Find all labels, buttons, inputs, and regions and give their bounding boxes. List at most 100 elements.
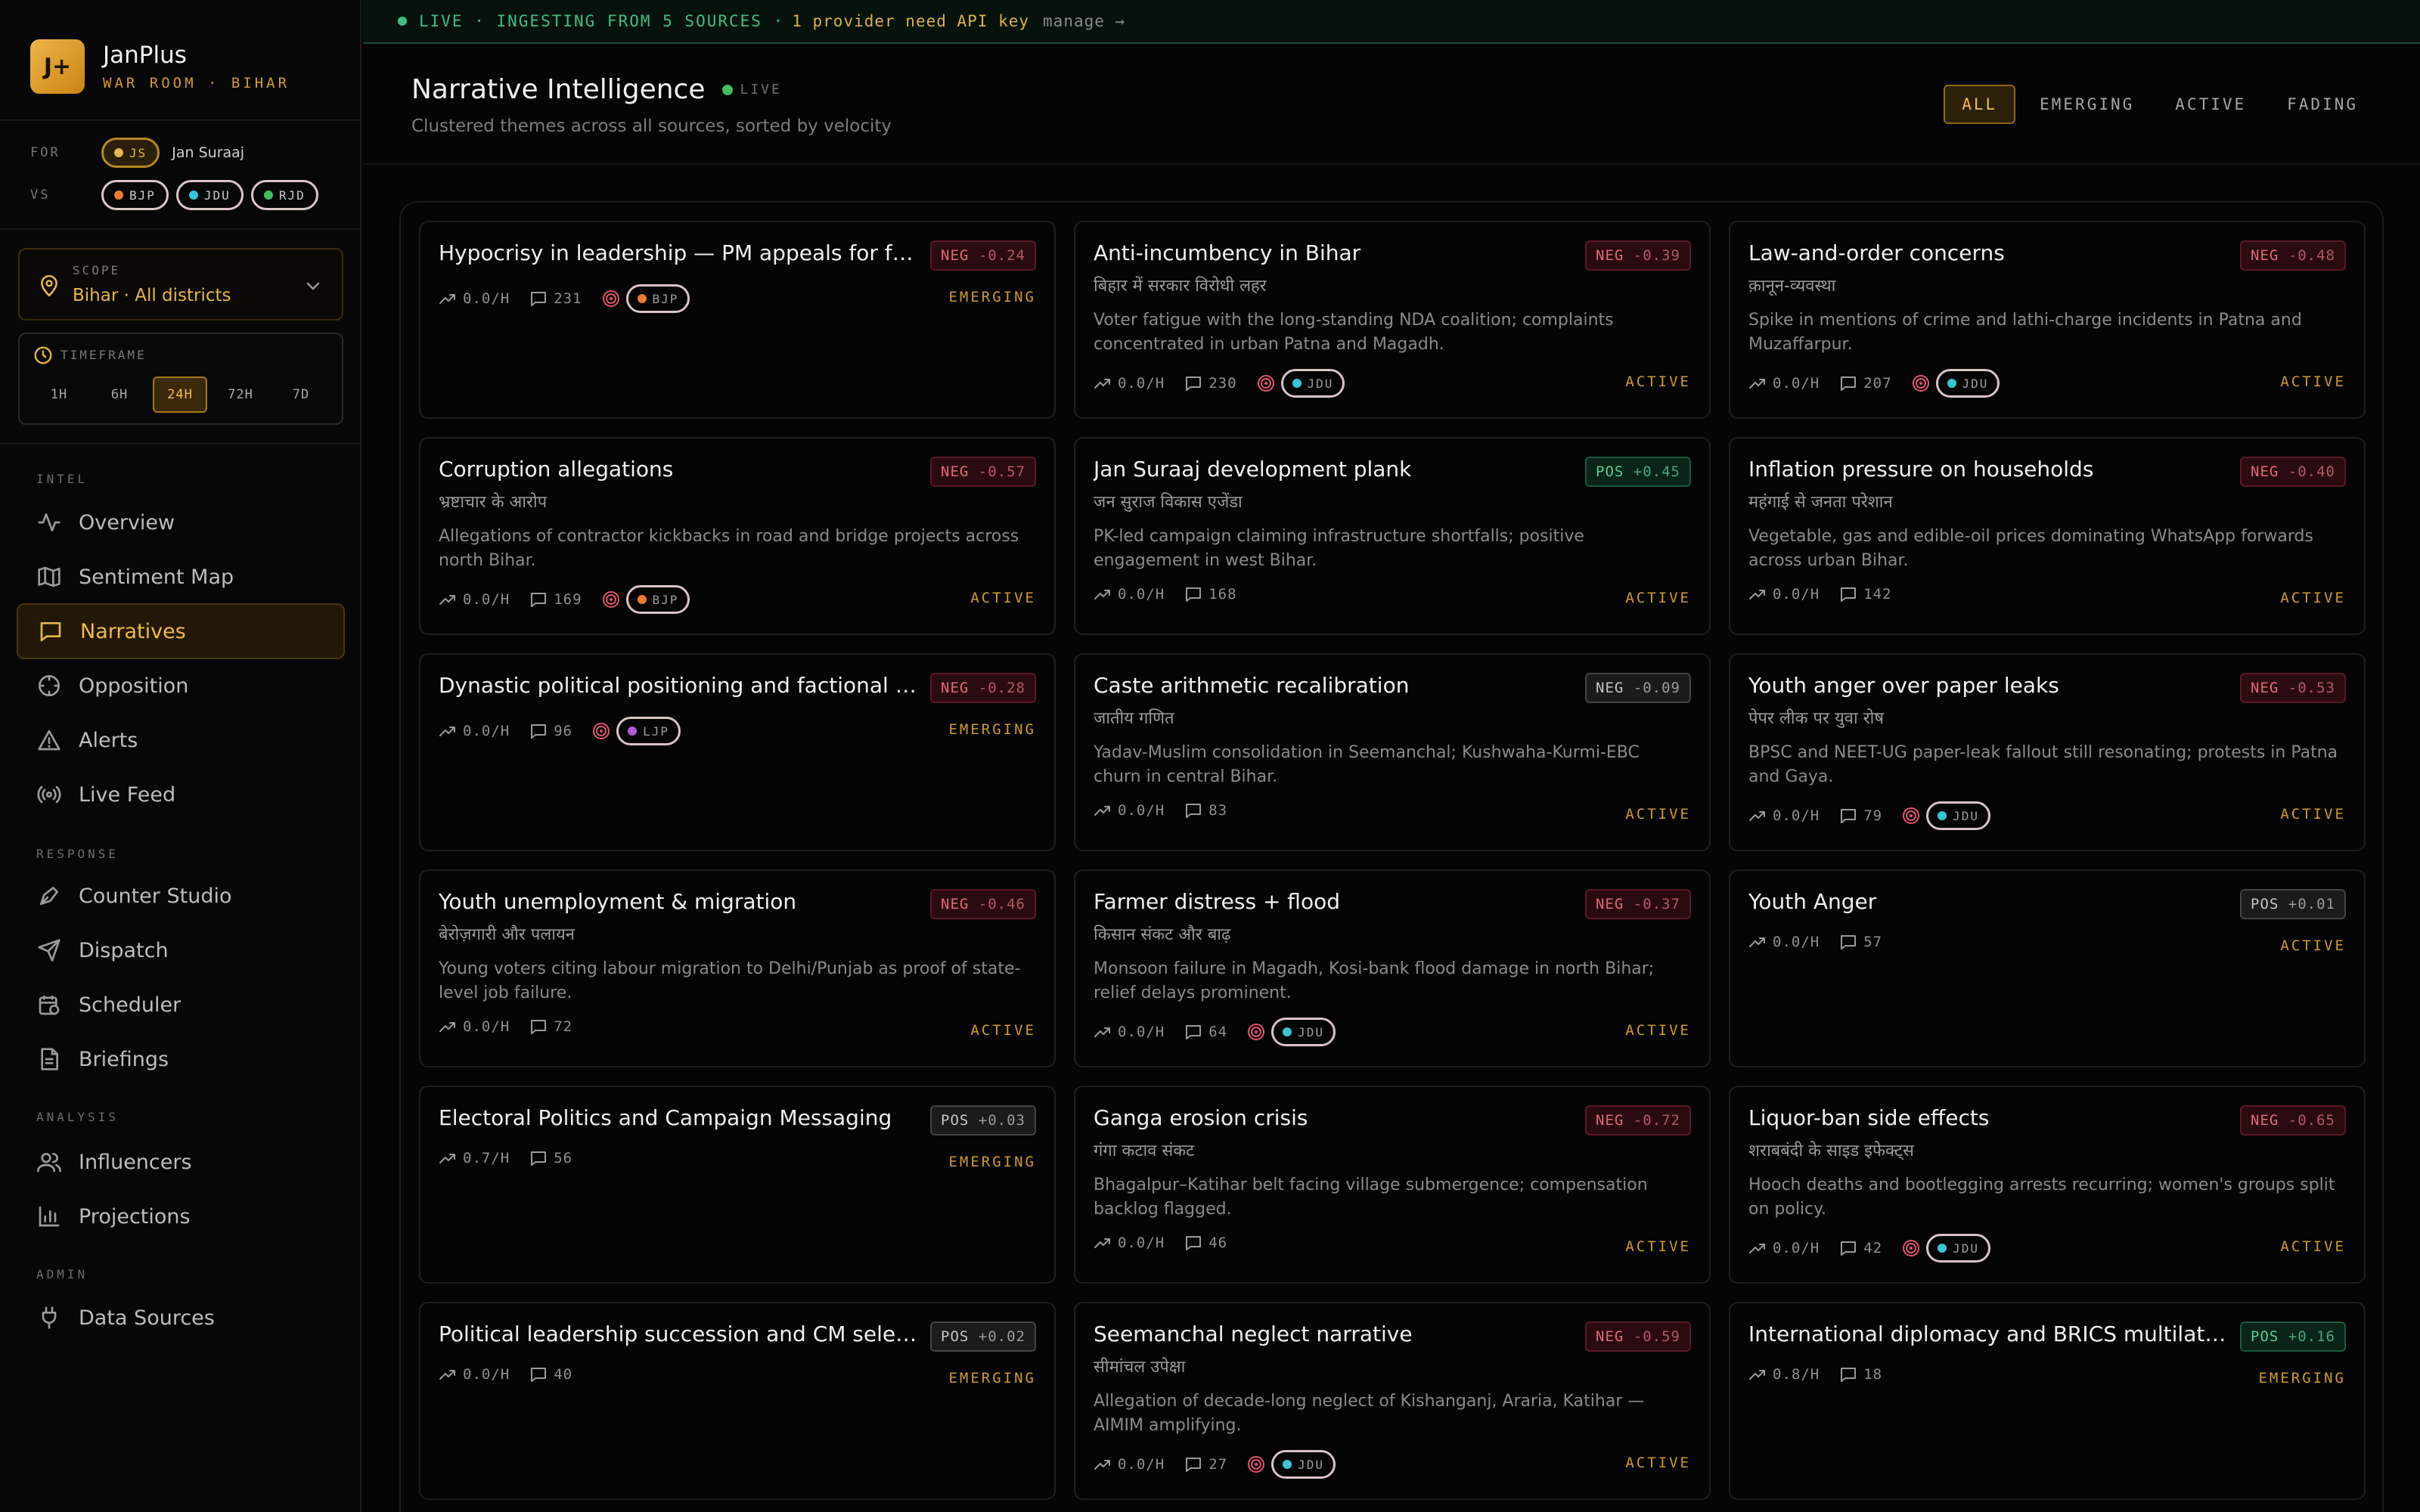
sentiment-badge: POS +0.01	[2240, 889, 2346, 919]
nav-item-influencers[interactable]: Influencers	[17, 1134, 345, 1190]
narrative-card[interactable]: Caste arithmetic recalibration NEG -0.09 ज…	[1074, 653, 1711, 851]
narrative-description: PK-led campaign claiming infrastructure …	[1094, 527, 1584, 570]
narrative-card[interactable]: Corruption allegations NEG -0.57 भ्रष्टाचा…	[419, 437, 1056, 635]
narrative-card[interactable]: Youth unemployment & migration NEG -0.46 ब…	[419, 869, 1056, 1067]
party-chip[interactable]: JDU	[1280, 369, 1345, 398]
for-label: FOR	[30, 145, 60, 160]
nav-item-narratives[interactable]: Narratives	[17, 603, 345, 659]
sentiment-badge: NEG -0.53	[2240, 673, 2346, 703]
timeframe-24h[interactable]: 24H	[153, 376, 207, 413]
scope-label: SCOPE	[73, 263, 121, 277]
sentiment-badge: NEG -0.09	[1585, 673, 1691, 703]
narrative-card[interactable]: Youth Anger POS +0.01 0.0/H 57 ACTIVE	[1729, 869, 2366, 1067]
nav-item-projections[interactable]: Projections	[17, 1188, 345, 1244]
scope-selector[interactable]: SCOPE Bihar · All districts	[18, 248, 343, 321]
target-icon	[602, 590, 620, 609]
trending-up-icon	[439, 290, 457, 308]
party-chip[interactable]: LJP	[616, 717, 681, 745]
timeframe-1h[interactable]: 1H	[32, 376, 86, 413]
narrative-title: Jan Suraaj development plank	[1094, 457, 1412, 482]
timeframe-7d[interactable]: 7D	[274, 376, 328, 413]
target-icon	[1902, 807, 1920, 825]
vs-party-chip-bjp[interactable]: BJP	[101, 180, 169, 210]
trending-up-icon	[1094, 1234, 1112, 1252]
nav-item-label: Data Sources	[79, 1306, 215, 1330]
filter-active[interactable]: ACTIVE	[2158, 85, 2263, 124]
sentiment-badge: POS +0.45	[1585, 457, 1691, 487]
filter-emerging[interactable]: EMERGING	[2023, 85, 2151, 124]
velocity: 0.0/H	[1118, 375, 1165, 392]
narrative-title: Seemanchal neglect narrative	[1094, 1321, 1413, 1346]
nav-item-opposition[interactable]: Opposition	[17, 658, 345, 714]
nav-item-dispatch[interactable]: Dispatch	[17, 922, 345, 978]
narrative-card[interactable]: Inflation pressure on households NEG -0.4…	[1729, 437, 2366, 635]
mention-count: 46	[1208, 1235, 1228, 1251]
party-chip[interactable]: BJP	[625, 284, 690, 313]
scope-value: Bihar · All districts	[73, 286, 231, 305]
trending-up-icon	[1094, 1023, 1112, 1041]
nav-item-sentiment-map[interactable]: Sentiment Map	[17, 549, 345, 605]
narrative-description: Vegetable, gas and edible-oil prices dom…	[1748, 527, 2313, 570]
sentiment-badge: POS +0.02	[930, 1321, 1036, 1352]
narrative-card[interactable]: Electoral Politics and Campaign Messagin…	[419, 1086, 1056, 1284]
party-chip[interactable]: JDU	[1935, 369, 2000, 398]
velocity: 0.8/H	[1773, 1366, 1820, 1383]
trending-up-icon	[1748, 585, 1767, 603]
party-chip[interactable]: JDU	[1926, 801, 1990, 830]
party-chip[interactable]: JDU	[1271, 1018, 1336, 1046]
narrative-meta: 0.0/H 169 BJP	[439, 585, 690, 614]
party-chip[interactable]: BJP	[625, 585, 690, 614]
comment-icon	[529, 290, 548, 308]
filter-fading[interactable]: FADING	[2270, 85, 2375, 124]
narrative-card[interactable]: Dynastic political positioning and facti…	[419, 653, 1056, 851]
vs-party-chip-jdu[interactable]: JDU	[175, 180, 244, 210]
party-dot	[188, 191, 198, 200]
sentiment-badge: NEG -0.37	[1585, 889, 1691, 919]
party-chip[interactable]: JDU	[1271, 1450, 1336, 1479]
narrative-title: Inflation pressure on households	[1748, 457, 2094, 482]
narrative-status: EMERGING	[948, 721, 1036, 738]
nav-item-scheduler[interactable]: Scheduler	[17, 977, 345, 1033]
timeframe-72h[interactable]: 72H	[213, 376, 268, 413]
nav-item-label: Scheduler	[79, 993, 182, 1017]
narrative-card[interactable]: Political leadership succession and CM s…	[419, 1302, 1056, 1500]
mention-count: 72	[554, 1018, 573, 1035]
nav-item-live-feed[interactable]: Live Feed	[17, 767, 345, 823]
narratives-grid: Hypocrisy in leadership — PM appeals for…	[399, 201, 2384, 1512]
nav-item-alerts[interactable]: Alerts	[17, 712, 345, 768]
narrative-status: EMERGING	[948, 1370, 1036, 1387]
vs-party-chip-rjd[interactable]: RJD	[250, 180, 318, 210]
status-filter-tabs: ALL EMERGING ACTIVE FADING	[1936, 85, 2375, 124]
nav-item-counter-studio[interactable]: Counter Studio	[17, 868, 345, 924]
nav-item-overview[interactable]: Overview	[17, 494, 345, 550]
party-chip[interactable]: JDU	[1926, 1234, 1990, 1263]
for-party-chip[interactable]: JS	[101, 138, 160, 168]
comment-icon	[1839, 585, 1857, 603]
timeframe-6h[interactable]: 6H	[92, 376, 147, 413]
filter-all[interactable]: ALL	[1944, 85, 2016, 124]
narrative-card[interactable]: Youth anger over paper leaks NEG -0.53 पेप…	[1729, 653, 2366, 851]
timeframe-selector: TIMEFRAME 1H 6H 24H 72H 7D	[18, 333, 343, 425]
party-dot	[263, 191, 273, 200]
narrative-card[interactable]: Law-and-order concerns NEG -0.48 क़ानून-व्…	[1729, 221, 2366, 419]
narrative-title: Youth anger over paper leaks	[1748, 673, 2059, 698]
vs-label: VS	[30, 187, 51, 203]
velocity: 0.0/H	[1773, 807, 1820, 824]
mention-count: 207	[1863, 375, 1892, 392]
nav-item-briefings[interactable]: Briefings	[17, 1031, 345, 1087]
narrative-card[interactable]: Seemanchal neglect narrative NEG -0.59 सीम…	[1074, 1302, 1711, 1500]
narrative-card[interactable]: Anti-incumbency in Bihar NEG -0.39 बिहार म…	[1074, 221, 1711, 419]
nav-item-data-sources[interactable]: Data Sources	[17, 1290, 345, 1346]
narrative-card[interactable]: International diplomacy and BRICS multil…	[1729, 1302, 2366, 1500]
narrative-card[interactable]: Jan Suraaj development plank POS +0.45 जन …	[1074, 437, 1711, 635]
narrative-card[interactable]: Liquor-ban side effects NEG -0.65 शराबबंदी…	[1729, 1086, 2366, 1284]
party-dot	[1283, 1460, 1292, 1469]
brand[interactable]: J+ JanPlus WAR ROOM · BIHAR	[30, 39, 290, 94]
timeframe-options: 1H 6H 24H 72H 7D	[32, 376, 334, 413]
narrative-title: Corruption allegations	[439, 457, 674, 482]
manage-link[interactable]: manage →	[1043, 12, 1125, 30]
narrative-card[interactable]: Hypocrisy in leadership — PM appeals for…	[419, 221, 1056, 419]
narrative-card[interactable]: Farmer distress + flood NEG -0.37 किसान सं…	[1074, 869, 1711, 1067]
mention-count: 169	[554, 591, 582, 608]
narrative-card[interactable]: Ganga erosion crisis NEG -0.72 गंगा कटाव स…	[1074, 1086, 1711, 1284]
